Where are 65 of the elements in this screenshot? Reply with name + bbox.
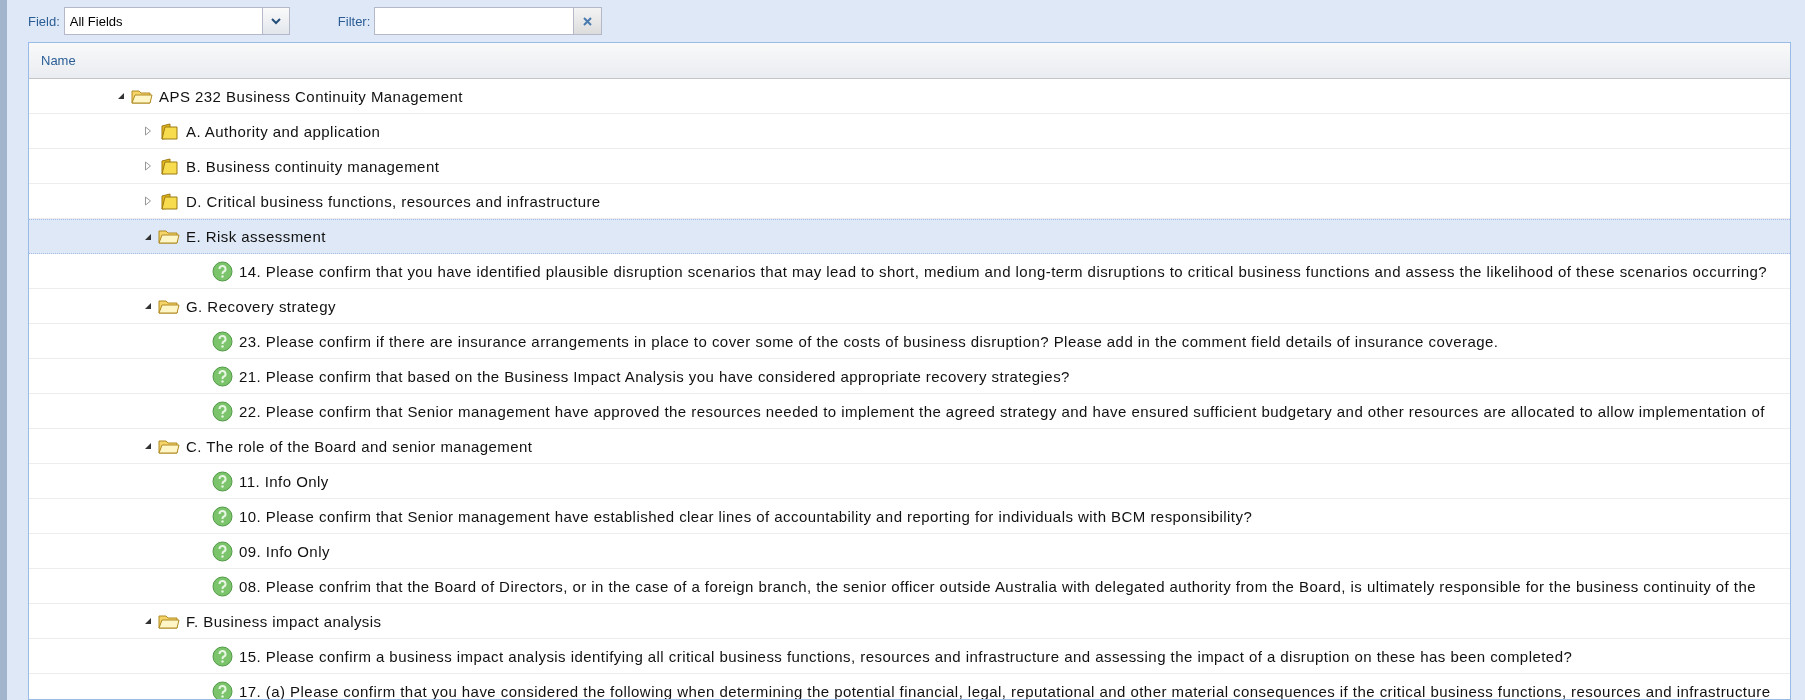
clear-button[interactable]: [574, 7, 603, 35]
tree-item-label: B. Business continuity management: [186, 157, 440, 175]
folder-icon: [158, 192, 180, 210]
question-icon: [212, 470, 233, 492]
question-icon: [212, 365, 233, 387]
question-icon: [212, 540, 233, 562]
open-folder-icon: [158, 297, 180, 315]
tree-item-label: 14. Please confirm that you have identified plausible disruption scenarios that may lead to short, medium and long-term disruptions to critical business functions and assess the likelihood of these scenarios occurring?: [239, 262, 1768, 280]
question-icon: [212, 680, 233, 699]
question-icon: [212, 505, 233, 527]
tree-row[interactable]: 11. Info Only: [29, 464, 1790, 499]
filter-field[interactable]: [374, 7, 575, 35]
tree-row[interactable]: C. The role of the Board and senior management: [29, 429, 1790, 464]
tree-row[interactable]: 21. Please confirm that based on the Business Impact Analysis you have considered appropriate recovery strategies?: [29, 359, 1790, 394]
question-icon: [212, 645, 233, 667]
tree-item-label: A. Authority and application: [186, 122, 381, 140]
tree-item-label: 22. Please confirm that Senior management have approved the resources needed to implement the agreed strategy and have ensured sufficient budgetary and other resources are allocated to allow implementation of: [239, 402, 1765, 420]
tree-row[interactable]: 09. Info Only: [29, 534, 1790, 569]
question-icon: [212, 330, 233, 352]
tree-item-label: 17. (a) Please confirm that you have considered the following when determining the potential financial, legal, reputational and other material consequences if the critical business functions, resources and infrastructure: [239, 682, 1771, 699]
field-label: Field:: [28, 13, 60, 29]
tree-item-label: APS 232 Business Continuity Management: [159, 87, 463, 105]
tree-row[interactable]: E. Risk assessment: [29, 219, 1790, 254]
open-folder-icon: [131, 87, 153, 105]
tree-item-label: 10. Please confirm that Senior management have established clear lines of accountability and reporting for individuals with BCM responsibility?: [239, 507, 1253, 525]
tree-item-label: 09. Info Only: [239, 542, 330, 560]
tree-row[interactable]: G. Recovery strategy: [29, 289, 1790, 324]
field-dropdown[interactable]: All Fields: [63, 7, 290, 35]
tree-item-label: 23. Please confirm if there are insurance arrangements in place to cover some of the costs of business disruption? Please add in the comment field details of insurance coverage.: [239, 332, 1499, 350]
tree-item-label: 15. Please confirm a business impact analysis identifying all critical business functions, resources and infrastructure and assessing the impact of a disruption on these has been completed?: [239, 647, 1573, 665]
expanded-arrow-icon[interactable]: [144, 302, 152, 310]
tree-item-label: G. Recovery strategy: [186, 297, 336, 315]
folder-icon: [158, 122, 180, 140]
tree-item-label: F. Business impact analysis: [186, 612, 382, 630]
tree-row[interactable]: 10. Please confirm that Senior management have established clear lines of accountability and reporting for individuals with BCM responsibility?: [29, 499, 1790, 534]
tree-row[interactable]: A. Authority and application: [29, 114, 1790, 149]
chevron-down-icon: [270, 17, 281, 25]
collapsed-arrow-icon[interactable]: [144, 196, 152, 206]
tree-item-label: D. Critical business functions, resources and infrastructure: [186, 192, 601, 210]
tree-row[interactable]: B. Business continuity management: [29, 149, 1790, 184]
tree-item-label: 21. Please confirm that based on the Business Impact Analysis you have considered appropriate recovery strategies?: [239, 367, 1070, 385]
tree-item-label: 08. Please confrim that the Board of Directors, or in the case of a foreign branch, the senior officer outside Australia with delegated authority from the Board, is ultimately responsible for the business continuity of the: [239, 577, 1757, 595]
close-icon: [583, 16, 593, 26]
tree-item-label: C. The role of the Board and senior management: [186, 437, 533, 455]
question-icon: [212, 575, 233, 597]
tree-item-label: E. Risk assessment: [186, 228, 326, 245]
folder-icon: [158, 157, 180, 175]
collapsed-arrow-icon[interactable]: [144, 161, 152, 171]
question-icon: [212, 400, 233, 422]
tree-row[interactable]: APS 232 Business Continuity Management: [29, 79, 1790, 114]
expanded-arrow-icon[interactable]: [117, 92, 125, 100]
tree-row[interactable]: 15. Please confirm a business impact analysis identifying all critical business functions, resources and infrastructure and assessing the impact of a disruption on these has been completed?: [29, 639, 1790, 674]
question-icon: [212, 260, 233, 282]
tree-item-label: 11. Info Only: [239, 472, 329, 490]
open-folder-icon: [158, 228, 180, 245]
tree-row[interactable]: F. Business impact analysis: [29, 604, 1790, 639]
open-folder-icon: [158, 612, 180, 630]
expanded-arrow-icon[interactable]: [144, 617, 152, 625]
expanded-arrow-icon[interactable]: [144, 232, 152, 241]
expanded-arrow-icon[interactable]: [144, 442, 152, 450]
column-header[interactable]: Name: [29, 43, 88, 78]
filter-label: Filter:: [337, 13, 371, 29]
tree-row[interactable]: 23. Please confirm if there are insurance arrangements in place to cover some of the costs of business disruption? Please add in the comment field details of insurance coverage.: [29, 324, 1790, 359]
open-folder-icon: [158, 437, 180, 455]
collapsed-arrow-icon[interactable]: [144, 126, 152, 136]
